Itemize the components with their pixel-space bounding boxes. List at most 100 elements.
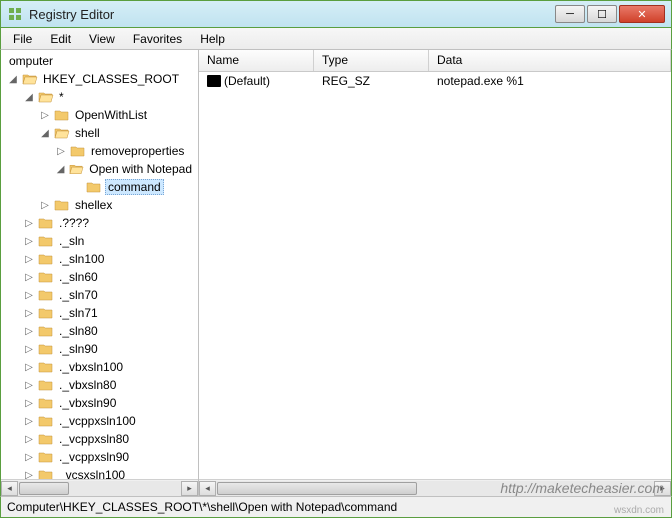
folder-icon xyxy=(38,288,54,302)
tree-node-shell[interactable]: ◢shell xyxy=(1,124,198,142)
column-data[interactable]: Data xyxy=(429,50,671,71)
expand-icon[interactable]: ▷ xyxy=(23,380,35,391)
value-type-cell: REG_SZ xyxy=(314,74,429,88)
expand-icon[interactable]: ▷ xyxy=(23,470,35,480)
tree-node-ext[interactable]: ▷._sln71 xyxy=(1,304,198,322)
folder-icon xyxy=(38,306,54,320)
close-button[interactable]: ✕ xyxy=(619,5,665,23)
tree-node-ext[interactable]: ▷._sln60 xyxy=(1,268,198,286)
scroll-right-button[interactable]: ▸ xyxy=(181,481,198,496)
folder-open-icon xyxy=(22,72,38,86)
folder-icon xyxy=(38,252,54,266)
expand-icon[interactable]: ▷ xyxy=(23,254,35,265)
menubar: File Edit View Favorites Help xyxy=(0,28,672,50)
tree-node-ext[interactable]: ▷._sln100 xyxy=(1,250,198,268)
statusbar: Computer\HKEY_CLASSES_ROOT\*\shell\Open … xyxy=(0,496,672,518)
expand-icon[interactable]: ▷ xyxy=(23,308,35,319)
tree-node-ext[interactable]: ▷._vbxsln90 xyxy=(1,394,198,412)
folder-icon xyxy=(38,450,54,464)
tree-node-ext[interactable]: ▷._sln xyxy=(1,232,198,250)
folder-icon xyxy=(38,342,54,356)
list-header: Name Type Data xyxy=(199,50,671,72)
scroll-left-button[interactable]: ◂ xyxy=(199,481,216,496)
tree-node-computer[interactable]: omputer xyxy=(1,52,198,70)
collapse-icon[interactable]: ◢ xyxy=(55,164,66,175)
tree-node-removeproperties[interactable]: ▷removeproperties xyxy=(1,142,198,160)
collapse-icon[interactable]: ◢ xyxy=(7,74,19,85)
maximize-button[interactable]: ☐ xyxy=(587,5,617,23)
tree-node-openwithlist[interactable]: ▷OpenWithList xyxy=(1,106,198,124)
tree-node-shellex[interactable]: ▷shellex xyxy=(1,196,198,214)
scroll-track[interactable] xyxy=(18,481,181,496)
tree-node-openwithnotepad[interactable]: ◢Open with Notepad xyxy=(1,160,198,178)
scroll-thumb[interactable] xyxy=(19,482,69,495)
list-horizontal-scrollbar[interactable]: ◂ ▸ xyxy=(199,479,671,496)
tree-node-ext[interactable]: ▷._vbxsln100 xyxy=(1,358,198,376)
folder-icon xyxy=(38,360,54,374)
expand-icon[interactable]: ▷ xyxy=(23,326,35,337)
regedit-icon xyxy=(7,6,23,22)
expand-icon[interactable]: ▷ xyxy=(23,236,35,247)
tree-node-ext[interactable]: ▷._sln70 xyxy=(1,286,198,304)
value-row[interactable]: (Default) REG_SZ notepad.exe %1 xyxy=(199,72,671,90)
string-value-icon xyxy=(207,74,221,88)
expand-icon[interactable]: ▷ xyxy=(55,146,67,157)
expand-icon[interactable]: ▷ xyxy=(23,272,35,283)
folder-icon xyxy=(38,414,54,428)
expand-icon[interactable]: ▷ xyxy=(23,434,35,445)
tree-node-ext[interactable]: ▷_vcsxsln100 xyxy=(1,466,198,479)
tree-node-ext[interactable]: ▷._vbxsln80 xyxy=(1,376,198,394)
minimize-button[interactable]: ─ xyxy=(555,5,585,23)
expand-icon[interactable]: ▷ xyxy=(23,452,35,463)
expand-icon[interactable]: ▷ xyxy=(23,290,35,301)
main-area: omputer ◢HKEY_CLASSES_ROOT ◢* ▷OpenWithL… xyxy=(0,50,672,496)
tree-node-ext[interactable]: ▷._sln80 xyxy=(1,322,198,340)
tree-node-hkcr[interactable]: ◢HKEY_CLASSES_ROOT xyxy=(1,70,198,88)
expand-icon[interactable]: ▷ xyxy=(23,398,35,409)
folder-icon xyxy=(38,396,54,410)
tree-node-star[interactable]: ◢* xyxy=(1,88,198,106)
tree-node-ext[interactable]: ▷.???? xyxy=(1,214,198,232)
tree-node-ext[interactable]: ▷._sln90 xyxy=(1,340,198,358)
value-name-cell: (Default) xyxy=(199,74,314,88)
registry-tree[interactable]: omputer ◢HKEY_CLASSES_ROOT ◢* ▷OpenWithL… xyxy=(1,50,198,479)
folder-icon xyxy=(38,234,54,248)
menu-file[interactable]: File xyxy=(5,30,40,48)
titlebar: Registry Editor ─ ☐ ✕ xyxy=(0,0,672,28)
folder-open-icon xyxy=(54,126,70,140)
tree-node-ext[interactable]: ▷._vcppxsln80 xyxy=(1,430,198,448)
expand-icon[interactable]: ▷ xyxy=(23,218,35,229)
expand-icon[interactable]: ▷ xyxy=(23,416,35,427)
column-type[interactable]: Type xyxy=(314,50,429,71)
folder-icon xyxy=(38,468,54,479)
column-name[interactable]: Name xyxy=(199,50,314,71)
scroll-track[interactable] xyxy=(216,481,654,496)
collapse-icon[interactable]: ◢ xyxy=(23,92,35,103)
scroll-right-button[interactable]: ▸ xyxy=(654,481,671,496)
list-body[interactable]: (Default) REG_SZ notepad.exe %1 xyxy=(199,72,671,479)
window-title: Registry Editor xyxy=(29,7,555,22)
expand-icon[interactable]: ▷ xyxy=(39,110,51,121)
scroll-thumb[interactable] xyxy=(217,482,417,495)
folder-icon xyxy=(38,216,54,230)
expand-icon[interactable]: ▷ xyxy=(39,200,51,211)
expand-icon[interactable]: ▷ xyxy=(23,344,35,355)
menu-view[interactable]: View xyxy=(81,30,123,48)
folder-icon xyxy=(70,144,86,158)
tree-node-command[interactable]: command xyxy=(1,178,198,196)
folder-icon xyxy=(54,198,70,212)
collapse-icon[interactable]: ◢ xyxy=(39,128,51,139)
tree-panel: omputer ◢HKEY_CLASSES_ROOT ◢* ▷OpenWithL… xyxy=(1,50,199,496)
menu-favorites[interactable]: Favorites xyxy=(125,30,190,48)
folder-open-icon xyxy=(38,90,54,104)
tree-horizontal-scrollbar[interactable]: ◂ ▸ xyxy=(1,479,198,496)
tree-node-ext[interactable]: ▷._vcppxsln100 xyxy=(1,412,198,430)
menu-help[interactable]: Help xyxy=(192,30,233,48)
scroll-left-button[interactable]: ◂ xyxy=(1,481,18,496)
folder-icon xyxy=(38,378,54,392)
expand-icon[interactable]: ▷ xyxy=(23,362,35,373)
tree-node-ext[interactable]: ▷._vcppxsln90 xyxy=(1,448,198,466)
folder-icon xyxy=(38,432,54,446)
menu-edit[interactable]: Edit xyxy=(42,30,79,48)
value-data-cell: notepad.exe %1 xyxy=(429,74,671,88)
